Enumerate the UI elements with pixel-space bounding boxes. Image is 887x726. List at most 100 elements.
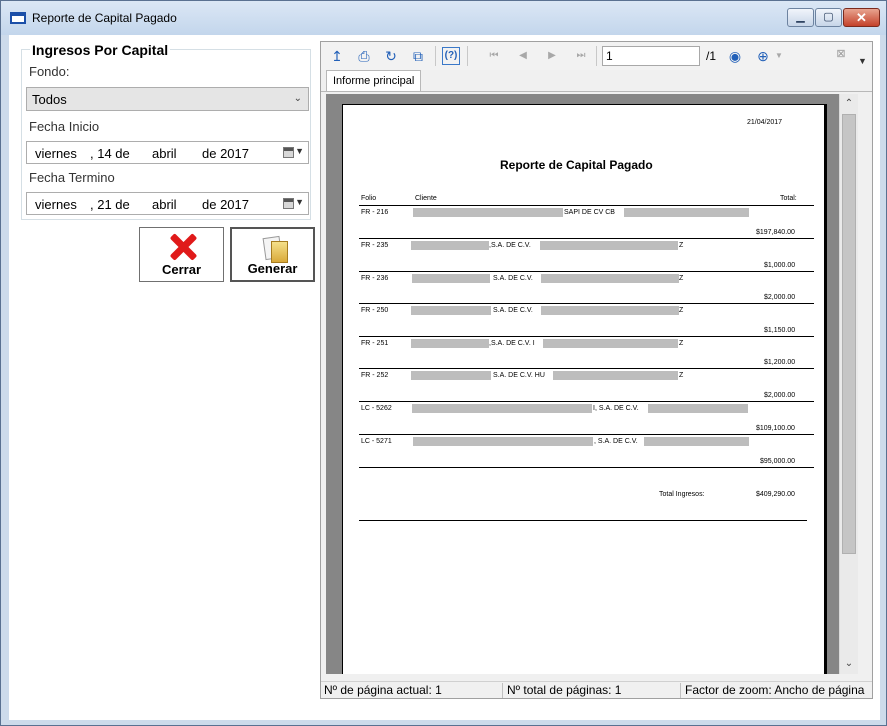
redacted-block <box>624 208 749 217</box>
report-row-end: Z <box>679 275 684 282</box>
page-total: /1 <box>706 49 717 63</box>
page-number-input[interactable]: 1 <box>602 46 700 66</box>
fondo-select[interactable]: Todos ⌄ <box>26 87 309 111</box>
cerrar-button[interactable]: Cerrar <box>139 227 224 282</box>
report-page: 21/04/2017 Reporte de Capital Pagado Fol… <box>342 104 827 674</box>
fecha-termino-label: Fecha Termino <box>29 170 115 185</box>
report-row-total: $2,000.00 <box>764 294 796 301</box>
report-viewer: ↥ ⎙ ↻ ⧉ (?) ⏮ ◀ ▶ ⏭ 1 /1 ◉ ⊕ ▼ ⊠ ▼ Infor… <box>320 41 873 699</box>
fecha-termino-weekday[interactable]: viernes <box>35 197 77 212</box>
report-page-area: 21/04/2017 Reporte de Capital Pagado Fol… <box>326 94 839 674</box>
last-page-icon[interactable]: ⏭ <box>571 46 591 66</box>
total-value: $409,290.00 <box>756 491 795 498</box>
report-row-end: Z <box>679 340 684 347</box>
redacted-block <box>411 339 489 348</box>
binoculars-icon[interactable]: ◉ <box>725 46 745 66</box>
fecha-inicio-label: Fecha Inicio <box>29 119 100 134</box>
report-row-client: S.A. DE C.V. <box>493 275 533 282</box>
scroll-down-icon[interactable]: ⌄ <box>840 656 858 672</box>
calendar-icon[interactable] <box>283 147 294 158</box>
generar-button[interactable]: Generar <box>230 227 315 282</box>
zoom-dropdown-icon[interactable]: ▼ <box>769 46 789 66</box>
fecha-termino-year[interactable]: de 2017 <box>202 197 249 212</box>
report-row-end: Z <box>679 307 684 314</box>
report-row-folio: FR - 250 <box>361 307 389 314</box>
redacted-block <box>541 274 679 283</box>
report-row-folio: FR - 235 <box>361 242 389 249</box>
next-page-icon[interactable]: ▶ <box>542 46 562 66</box>
col-total: Total: <box>780 195 797 202</box>
title-bar: Reporte de Capital Pagado ▁ ▢ ✕ <box>1 1 886 35</box>
report-row-client: S.A. DE C.V. <box>493 307 533 314</box>
status-zoom: Factor de zoom: Ancho de página <box>685 683 865 697</box>
report-row-client: I, S.A. DE C.V. <box>593 405 639 412</box>
help-icon[interactable]: (?) <box>442 47 460 65</box>
report-row-client: ,S.A. DE C.V. <box>489 242 531 249</box>
close-tab-icon[interactable]: ⊠ <box>833 46 849 62</box>
report-row-folio: FR - 216 <box>361 209 389 216</box>
redacted-block <box>541 306 679 315</box>
window-client-area: Ingresos Por Capital Fondo: Todos ⌄ Fech… <box>9 35 880 720</box>
report-row-folio: FR - 252 <box>361 372 389 379</box>
first-page-icon[interactable]: ⏮ <box>484 46 504 66</box>
redacted-block <box>648 404 748 413</box>
report-row-client: SAPI DE CV CB <box>564 209 615 216</box>
maximize-button[interactable]: ▢ <box>815 8 842 27</box>
fecha-termino-picker[interactable]: viernes , 21 de abril de 2017 ▼ <box>26 192 309 215</box>
report-row-folio: LC - 5262 <box>361 405 392 412</box>
cerrar-label: Cerrar <box>161 262 202 277</box>
status-current-page: Nº de página actual: 1 <box>324 683 442 697</box>
report-row-total: $109,100.00 <box>756 425 795 432</box>
fecha-termino-day[interactable]: , 21 de <box>90 197 130 212</box>
report-row-total: $1,200.00 <box>764 359 796 366</box>
col-cliente: Cliente <box>415 195 437 202</box>
minimize-button[interactable]: ▁ <box>787 8 814 27</box>
fecha-inicio-day[interactable]: , 14 de <box>90 146 130 161</box>
scroll-up-icon[interactable]: ⌃ <box>840 96 858 112</box>
report-title: Reporte de Capital Pagado <box>500 158 653 172</box>
scroll-thumb[interactable] <box>842 114 856 554</box>
redacted-block <box>412 274 490 283</box>
vertical-scrollbar[interactable]: ⌃ ⌄ <box>839 94 858 674</box>
fecha-inicio-picker[interactable]: viernes , 14 de abril de 2017 ▼ <box>26 141 309 164</box>
fecha-inicio-month[interactable]: abril <box>152 146 177 161</box>
total-label: Total Ingresos: <box>659 491 705 498</box>
window-title: Reporte de Capital Pagado <box>32 11 177 25</box>
redacted-block <box>644 437 749 446</box>
print-icon[interactable]: ⎙ <box>354 46 374 66</box>
report-row-client: S.A. DE C.V. HU <box>493 372 545 379</box>
toolbar-overflow-icon[interactable]: ▼ <box>858 56 867 66</box>
redacted-block <box>412 404 592 413</box>
fecha-termino-month[interactable]: abril <box>152 197 177 212</box>
status-total-pages: Nº total de páginas: 1 <box>507 683 622 697</box>
export-icon[interactable]: ↥ <box>327 46 347 66</box>
redacted-block <box>540 241 678 250</box>
report-row-folio: FR - 251 <box>361 340 389 347</box>
generar-label: Generar <box>247 261 298 276</box>
col-folio: Folio <box>361 195 377 202</box>
redacted-block <box>411 371 491 380</box>
main-window: Reporte de Capital Pagado ▁ ▢ ✕ Ingresos… <box>0 0 887 726</box>
report-row-total: $197,840.00 <box>756 229 795 236</box>
report-date: 21/04/2017 <box>747 119 783 126</box>
dropdown-arrow-icon[interactable]: ▼ <box>295 197 304 207</box>
report-row-total: $1,000.00 <box>764 262 796 269</box>
redacted-block <box>543 339 678 348</box>
fecha-inicio-year[interactable]: de 2017 <box>202 146 249 161</box>
fondo-label: Fondo: <box>29 64 70 79</box>
app-icon <box>10 12 26 24</box>
report-row-client: ,S.A. DE C.V. I <box>489 340 535 347</box>
report-row-total: $2,000.00 <box>764 392 796 399</box>
dropdown-arrow-icon[interactable]: ▼ <box>295 146 304 156</box>
fondo-value: Todos <box>32 92 67 107</box>
refresh-icon[interactable]: ↻ <box>381 46 401 66</box>
calendar-icon[interactable] <box>283 198 294 209</box>
copy-icon[interactable]: ⧉ <box>408 46 428 66</box>
redacted-block <box>411 306 491 315</box>
close-button[interactable]: ✕ <box>843 8 880 27</box>
status-bar: Nº de página actual: 1 Nº total de págin… <box>321 681 872 698</box>
prev-page-icon[interactable]: ◀ <box>513 46 533 66</box>
report-row-end: Z <box>679 242 684 249</box>
fecha-inicio-weekday[interactable]: viernes <box>35 146 77 161</box>
tab-informe-principal[interactable]: Informe principal <box>326 70 422 92</box>
